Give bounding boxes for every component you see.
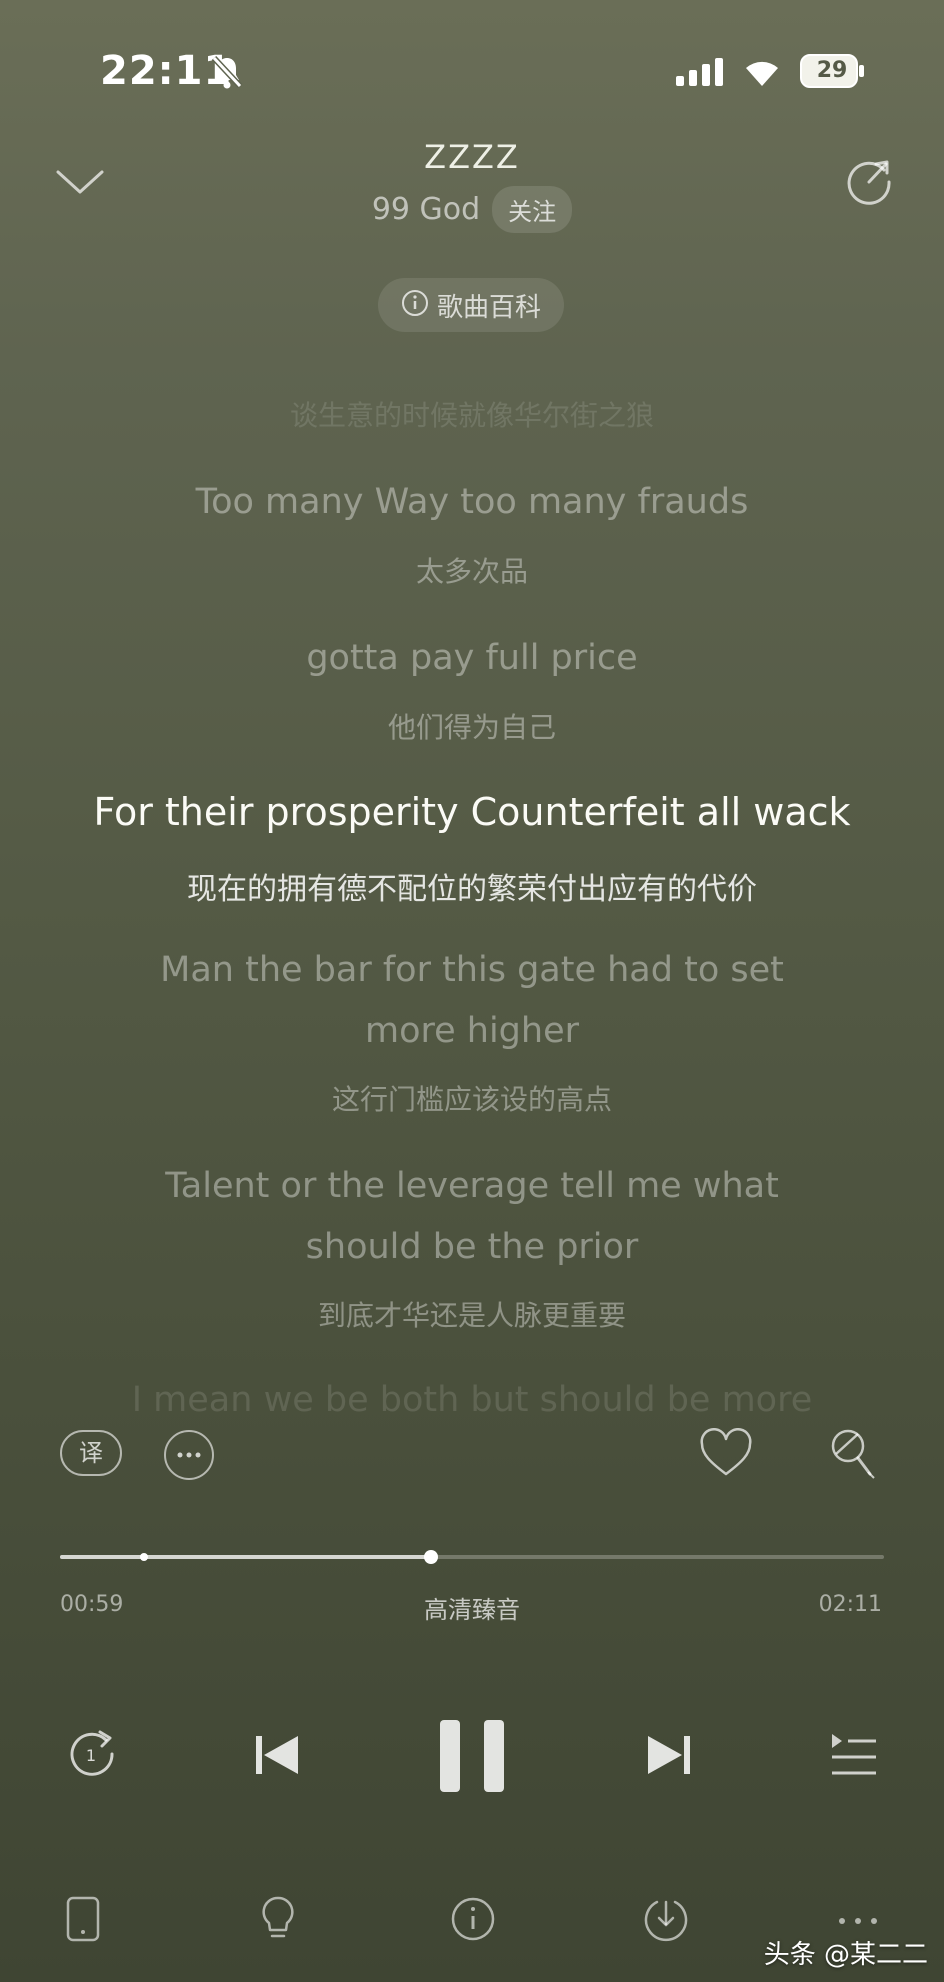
- song-wiki-label: 歌曲百科: [436, 292, 541, 323]
- info-icon: [401, 289, 429, 321]
- heart-icon: [698, 1427, 754, 1484]
- translate-button[interactable]: 译: [60, 1430, 122, 1476]
- song-wiki-button[interactable]: 歌曲百科: [378, 278, 564, 332]
- inspiration-button[interactable]: [258, 1894, 298, 1944]
- lyric-line[interactable]: Talent or the leverage tell me what: [0, 1166, 944, 1206]
- phone-icon: [64, 1896, 102, 1946]
- battery-icon: 29: [800, 54, 866, 88]
- artist-name[interactable]: 99 God: [372, 192, 480, 227]
- lyric-line[interactable]: should be the prior: [0, 1227, 944, 1267]
- lyric-line[interactable]: 到底才华还是人脉更重要: [0, 1294, 944, 1334]
- watermark: 头条 @某二二: [763, 1940, 928, 1970]
- pause-icon: [438, 1720, 506, 1798]
- lyric-line[interactable]: Man the bar for this gate had to set: [0, 950, 944, 990]
- lyric-line[interactable]: 这行门槛应该设的高点: [0, 1078, 944, 1118]
- follow-button[interactable]: 关注: [492, 186, 573, 233]
- repeat-mode-button[interactable]: 1: [62, 1726, 120, 1780]
- battery-percent: 29: [816, 58, 848, 83]
- bell-off-icon: [210, 54, 244, 90]
- next-track-button[interactable]: [644, 1730, 694, 1780]
- song-title: ZZZZ: [424, 138, 520, 176]
- artist-row: 99 God 关注: [0, 186, 944, 233]
- sound-quality-button[interactable]: 高清臻音: [0, 1590, 944, 1625]
- translate-icon: 译: [79, 1439, 103, 1467]
- lyric-line[interactable]: 他们得为自己: [0, 706, 944, 746]
- progress-marker: [140, 1553, 148, 1561]
- signal-icon: [676, 58, 726, 86]
- lyric-line-active[interactable]: 现在的拥有德不配位的繁荣付出应有的代价: [0, 864, 944, 908]
- previous-track-button[interactable]: [252, 1730, 302, 1780]
- lyric-line-active[interactable]: For their prosperity Counterfeit all wac…: [0, 790, 944, 834]
- time-total: 02:11: [818, 1592, 882, 1617]
- like-button[interactable]: [698, 1427, 754, 1480]
- mic-icon: [828, 1429, 878, 1486]
- lyric-line[interactable]: 太多次品: [0, 550, 944, 590]
- progress-fill: [60, 1555, 431, 1559]
- lyric-line[interactable]: 谈生意的时候就像华尔街之狼: [0, 394, 944, 434]
- share-icon: [840, 160, 898, 214]
- lyric-line[interactable]: Too many Way too many frauds: [0, 482, 944, 522]
- share-button[interactable]: [840, 152, 898, 210]
- sing-along-button[interactable]: [828, 1426, 878, 1482]
- more-menu-button[interactable]: [836, 1912, 880, 1924]
- playlist-icon: [826, 1734, 880, 1784]
- info-icon: [450, 1897, 496, 1946]
- dots-icon: [836, 1912, 880, 1931]
- pause-button[interactable]: [438, 1718, 506, 1794]
- device-button[interactable]: [64, 1896, 102, 1942]
- previous-icon: [252, 1736, 302, 1784]
- lyric-line[interactable]: gotta pay full price: [0, 638, 944, 678]
- lightbulb-icon: [258, 1896, 298, 1948]
- more-options-button[interactable]: [164, 1430, 214, 1480]
- repeat-one-icon: 1: [62, 1730, 120, 1784]
- wifi-icon: [742, 54, 782, 88]
- lyric-line[interactable]: more higher: [0, 1011, 944, 1051]
- svg-text:1: 1: [86, 1746, 96, 1765]
- lyric-line[interactable]: I mean we be both but should be more: [0, 1380, 944, 1420]
- song-info-button[interactable]: [450, 1896, 496, 1942]
- playlist-button[interactable]: [826, 1730, 880, 1780]
- download-icon: [643, 1900, 689, 1946]
- progress-thumb[interactable]: [423, 1550, 438, 1564]
- download-button[interactable]: [643, 1896, 689, 1942]
- next-icon: [644, 1736, 694, 1784]
